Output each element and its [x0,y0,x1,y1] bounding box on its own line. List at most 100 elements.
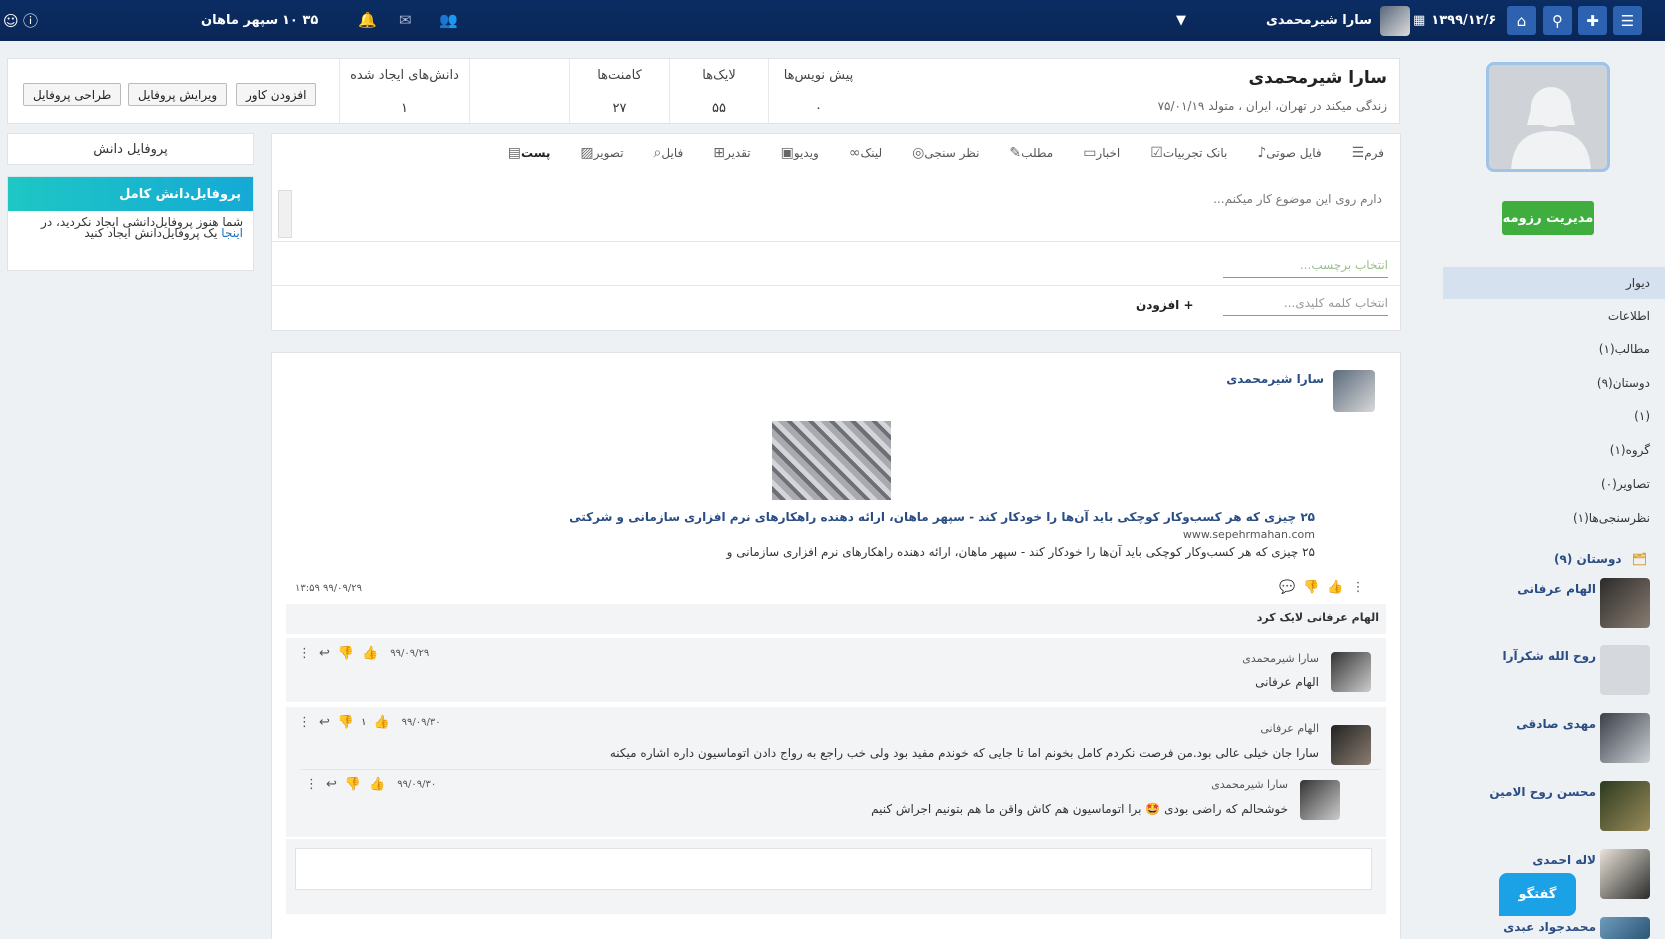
nav-info[interactable]: اطلاعات [1608,309,1650,323]
comment-icon[interactable]: 💬 [1279,580,1295,595]
reply-icon[interactable]: ↩ [319,646,330,661]
keyword-select[interactable]: انتخاب کلمه کلیدی... [1223,292,1388,316]
caret-down-icon[interactable]: ▼ [1176,0,1186,41]
comment-input[interactable] [295,848,1372,890]
comment-author[interactable]: سارا شیرمحمدی [1242,652,1319,665]
nav-groups[interactable]: گروه(۱) [1610,443,1650,457]
mail-icon[interactable]: ✉ [399,11,412,29]
stat-comments[interactable]: کامنت‌ها ۲۷ [569,59,669,123]
add-button[interactable]: ✚ [1578,6,1607,35]
tab-news[interactable]: ▭ اخبار [1077,145,1120,161]
friend-name[interactable]: محسن روح الامین [1489,785,1596,799]
post-link-url[interactable]: www.sepehrmahan.com [1183,528,1315,541]
reply-icon[interactable]: ↩ [319,715,330,730]
like-icon[interactable]: 👍 [373,715,389,730]
help-icon[interactable]: ⓘ [23,0,38,41]
home-button[interactable]: ⌂ [1507,6,1536,35]
friend-avatar[interactable] [1600,713,1650,763]
comment-avatar[interactable] [1331,725,1371,765]
profile-avatar[interactable] [1486,62,1610,172]
nav-friends[interactable]: دوستان(۹) [1597,376,1650,390]
comment: الهام عرفانی سارا جان خیلی عالی بود.من ف… [286,707,1386,837]
tab-post[interactable]: ▤ پست [502,145,551,161]
likes-bar: الهام عرفانی لایک کرد [286,604,1386,634]
like-icon[interactable]: 👍 [1327,580,1343,595]
nav-articles[interactable]: مطالب(۱) [1599,342,1650,356]
add-keyword-button[interactable]: + افزودن [1136,298,1194,312]
more-options-icon[interactable]: ⋮ [305,777,318,792]
nav-images[interactable]: تصاویر(۰) [1601,477,1650,491]
reply: سارا شیرمحمدی خوشحالم که راضی بودی 🤩 برا… [301,769,1381,831]
friend-avatar[interactable] [1600,917,1650,939]
post-textarea[interactable]: دارم روی این موضوع کار میکنم... [272,182,1400,242]
textarea-scrollbar[interactable] [278,190,292,238]
post-author-avatar[interactable] [1333,370,1375,412]
comment-text: الهام عرفانی [1255,675,1319,689]
image-icon: ▨ [580,145,594,161]
tab-file[interactable]: ⌕ فایل [648,145,684,161]
liked-by-text[interactable]: الهام عرفانی لایک کرد [1257,611,1379,624]
manage-resume-button[interactable]: مدیریت رزومه [1502,201,1594,235]
stat-label: پیش نویس‌ها [783,68,854,83]
tab-poll[interactable]: ◎ نظر سنجی [906,145,979,161]
post-link-image[interactable] [772,421,891,500]
dislike-icon[interactable]: 👎 [345,777,361,792]
tab-video[interactable]: ▣ ویدیو [775,145,819,161]
nav-wall[interactable]: دیوار [1626,276,1650,290]
dislike-icon[interactable]: 👎 [338,646,354,661]
comment-author[interactable]: الهام عرفانی [1260,722,1319,735]
hamburger-menu-button[interactable]: ☰ [1613,6,1642,35]
friend-name[interactable]: مهدی صادقی [1516,717,1596,731]
post-actions: 💬 👎 👍 ⋮ [1275,580,1369,595]
friend-avatar[interactable] [1600,645,1650,695]
create-knowledge-link[interactable]: اینجا [221,226,243,240]
stat-value: ۵۵ [712,101,726,116]
more-options-icon[interactable]: ⋮ [298,646,311,661]
comment-avatar[interactable] [1331,652,1371,692]
nav-polls[interactable]: نظرسنجی‌ها(۱) [1573,511,1650,525]
like-icon[interactable]: 👍 [362,646,378,661]
tab-form[interactable]: ☰ فرم [1346,145,1384,161]
tab-audio[interactable]: ♪ فایل صوتی [1251,145,1321,161]
friend-avatar[interactable] [1600,781,1650,831]
more-options-icon[interactable]: ⋮ [1352,580,1365,595]
edit-profile-button[interactable]: ویرایش پروفایل [128,83,228,106]
dislike-icon[interactable]: 👎 [338,715,354,730]
profile-name: سارا شیرمحمدی [1248,68,1387,88]
tab-experience-bank[interactable]: ☑ بانک تجربیات [1144,145,1227,161]
design-profile-button[interactable]: طراحی پروفایل [23,83,122,106]
friend-avatar[interactable] [1600,849,1650,899]
friends-heading[interactable]: 🗂 دوستان (۹) [1554,552,1647,566]
tab-image[interactable]: ▨ تصویر [574,145,623,161]
chat-button[interactable]: گفتگو [1499,873,1576,916]
tab-link[interactable]: ∞ لینک [843,145,882,161]
stat-likes[interactable]: لایک‌ها ۵۵ [669,59,768,123]
tab-article[interactable]: ✎ مطلب [1003,145,1053,161]
user-menu[interactable]: سارا شیرمحمدی [1266,0,1410,41]
add-cover-button[interactable]: افزودن کاور [236,83,317,106]
bell-icon[interactable]: 🔔 [358,11,377,29]
tag-select[interactable]: انتخاب برچسب... [1223,254,1388,278]
post-link-title[interactable]: ۲۵ چیزی که هر کسب‌وکار کوچکی باید آن‌ها … [569,510,1315,524]
dislike-icon[interactable]: 👎 [1303,580,1319,595]
post-icon: ▤ [507,145,521,161]
post-author-name[interactable]: سارا شیرمحمدی [1226,372,1324,386]
stat-knowledge[interactable]: دانش‌های ایجاد شده ۱ [339,59,469,123]
friends-icon[interactable]: 👥 [439,11,458,29]
reply-author[interactable]: سارا شیرمحمدی [1211,778,1288,791]
friend-name[interactable]: لاله احمدی [1532,853,1596,867]
reply-icon[interactable]: ↩ [326,777,337,792]
friend-name[interactable]: محمدجواد عبدی [1503,920,1596,934]
friend-name[interactable]: روح الله شکرآرا [1502,649,1596,663]
tab-appreciation[interactable]: ⊞ تقدیر [707,145,750,161]
stat-drafts[interactable]: پیش نویس‌ها ۰ [768,59,868,123]
friend-avatar[interactable] [1600,578,1650,628]
more-options-icon[interactable]: ⋮ [298,715,311,730]
reply-avatar[interactable] [1300,780,1340,820]
smiley-icon[interactable]: ☺ [3,0,19,41]
date-display: ▦ ۱۳۹۹/۱۲/۶ [1413,0,1496,41]
nav-unnamed[interactable]: (۱) [1634,409,1650,423]
friend-name[interactable]: الهام عرفانی [1517,582,1596,596]
search-button[interactable]: ⚲ [1543,6,1572,35]
like-icon[interactable]: 👍 [369,777,385,792]
